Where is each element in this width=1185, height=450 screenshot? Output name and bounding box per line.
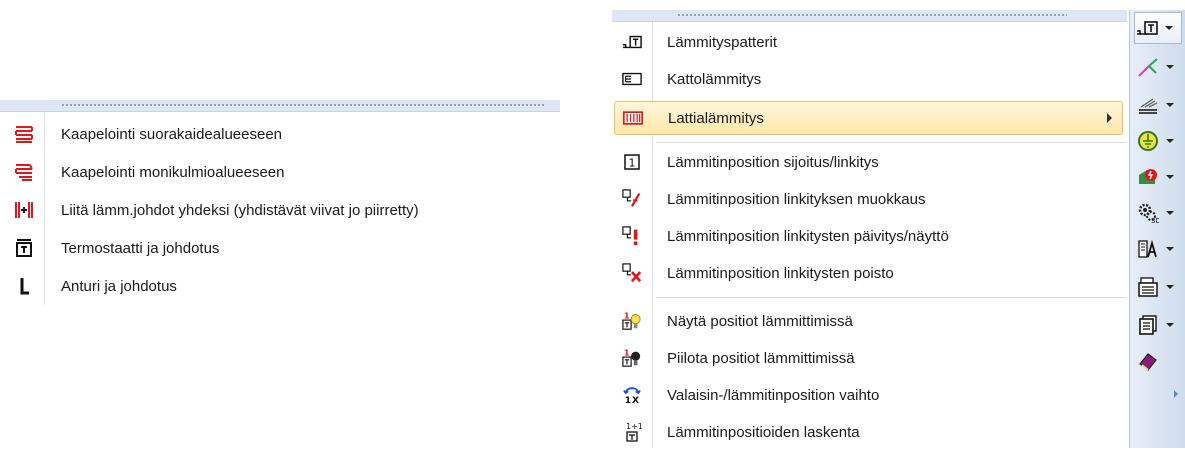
menu-item-join-cables[interactable]: Liitä lämm.johdot yhdeksi (yhdistävät vi… [0,192,560,228]
svg-text:1+1: 1+1 [626,422,642,431]
menu-item-polygon-cabling[interactable]: Kaapelointi monikulmioalueeseen [0,154,560,190]
svg-text:1: 1 [629,157,636,170]
menu-item-label: Näytä positiot lämmittimissä [667,312,853,330]
thermostat-icon [14,238,34,258]
equipment-icon [1136,276,1160,298]
menu-separator [656,297,1127,298]
dropdown-arrow-icon[interactable] [1166,65,1174,69]
menu-item-label: Piilota positiot lämmittimissä [667,349,855,367]
dropdown-arrow-icon[interactable] [1166,175,1174,179]
menu-item-label: Kaapelointi monikulmioalueeseen [61,163,285,181]
heating-menu: Lämmityspatterit Kattolämmitys Lattialäm… [612,10,1127,448]
toolbar-button-ground[interactable] [1136,126,1182,156]
swap-positions-icon: 1X [622,385,642,406]
line-tool-icon [1136,56,1160,78]
dropdown-arrow-icon[interactable] [1166,323,1174,327]
radiator-tool-icon [1135,17,1159,39]
svg-text:1: 1 [624,310,630,320]
ceiling-heating-icon [622,69,642,89]
ground-symbol-icon [1136,130,1160,152]
menu-item-label: Kaapelointi suorakaidealueeseen [61,125,283,143]
menu-item-radiators[interactable]: Lämmityspatterit [612,24,1127,60]
dropdown-arrow-icon[interactable] [1166,247,1174,251]
menu-separator [656,142,1127,143]
delete-link-icon [622,263,642,283]
join-cables-icon [14,200,34,220]
menu-item-hide-positions[interactable]: 1 Piilota positiot lämmittimissä [612,340,1127,376]
toolbar-button-equipment[interactable] [1136,272,1182,302]
dropdown-arrow-icon[interactable] [1165,26,1173,30]
svg-text:1: 1 [624,347,630,357]
toolbar-button-lines[interactable] [1136,52,1182,82]
red-rectangle-cable-icon [14,124,34,144]
menu-item-label: Lattialämmitys [668,109,764,127]
menu-item-floor-heating[interactable]: Lattialämmitys [614,101,1123,135]
dropdown-arrow-icon[interactable] [1166,285,1174,289]
floor-heating-submenu: Kaapelointi suorakaidealueeseen Kaapeloi… [0,100,560,305]
svg-text:1: 1 [625,396,631,406]
toolbar-button-hatch[interactable] [1136,90,1182,120]
menu-item-thermostat[interactable]: Termostaatti ja johdotus [0,230,560,266]
text-style-icon [1136,238,1160,260]
submenu-arrow-icon [1107,113,1112,123]
edit-link-icon [622,189,642,209]
count-positions-icon: 1+1 [622,422,642,442]
menu-item-swap-positions[interactable]: 1X Valaisin-/lämmitinposition vaihto [612,377,1127,413]
toolbar-button-radiators[interactable] [1134,12,1182,44]
menu-drag-grip[interactable] [612,10,1127,22]
toolbar-button-text-style[interactable] [1136,234,1182,264]
menu-item-edit-link[interactable]: Lämmitinposition linkityksen muokkaus [612,181,1127,217]
menu-item-update-links[interactable]: Lämmitinposition linkitysten päivitys/nä… [612,218,1127,254]
menu-item-label: Lämmityspatterit [667,33,778,51]
menu-item-count-positions[interactable]: 1+1 Lämmitinpositioiden laskenta [612,414,1127,450]
dropdown-arrow-icon[interactable] [1166,211,1174,215]
toolbar-button-book[interactable] [1136,346,1182,376]
menu-item-label: Lämmitinposition linkityksen muokkaus [667,190,926,208]
radiator-icon [622,32,642,52]
vertical-toolbar: 3D [1129,10,1185,448]
hatch-tool-icon [1136,94,1160,116]
submenu-drag-grip[interactable] [0,100,560,112]
menu-item-label: Liitä lämm.johdot yhdeksi (yhdistävät vi… [61,201,419,219]
menu-item-show-positions[interactable]: 1 Näytä positiot lämmittimissä [612,303,1127,339]
show-positions-icon: 1 [622,310,642,331]
settings-3d-icon: 3D [1136,202,1160,224]
dropdown-arrow-icon[interactable] [1166,139,1174,143]
toolbar-overflow-chevron-icon[interactable] [1174,390,1178,398]
menu-item-label: Lämmitinpositioiden laskenta [667,423,860,441]
floor-heating-icon [623,108,643,128]
menu-item-rect-cabling[interactable]: Kaapelointi suorakaidealueeseen [0,116,560,152]
hide-positions-icon: 1 [622,347,642,368]
menu-item-label: Lämmitinposition linkitysten poisto [667,264,894,282]
toolbar-button-documents[interactable] [1136,310,1182,340]
position-number-icon: 1 [622,152,642,172]
menu-item-label: Lämmitinposition linkitysten päivitys/nä… [667,227,949,245]
menu-item-delete-links[interactable]: Lämmitinposition linkitysten poisto [612,255,1127,291]
update-link-icon [622,226,642,246]
menu-item-label: Kattolämmitys [667,70,762,88]
menu-item-position-placement[interactable]: 1 Lämmitinposition sijoitus/linkitys [612,144,1127,180]
menu-item-label: Lämmitinposition sijoitus/linkitys [667,153,879,171]
svg-text:3D: 3D [1151,217,1159,224]
document-list-icon [1136,314,1160,336]
sensor-icon [14,276,34,296]
toolbar-button-electric[interactable] [1136,162,1182,192]
red-polygon-cable-icon [14,162,34,182]
menu-item-label: Valaisin-/lämmitinposition vaihto [667,386,880,404]
menu-item-ceiling-heating[interactable]: Kattolämmitys [612,61,1127,97]
dropdown-arrow-icon[interactable] [1166,103,1174,107]
menu-item-label: Termostaatti ja johdotus [61,239,220,257]
menu-item-sensor[interactable]: Anturi ja johdotus [0,268,560,304]
toolbar-button-settings-3d[interactable]: 3D [1136,198,1182,228]
svg-text:X: X [632,396,639,406]
menu-item-label: Anturi ja johdotus [61,277,177,295]
electric-fault-icon [1136,166,1160,188]
book-icon [1136,350,1160,372]
